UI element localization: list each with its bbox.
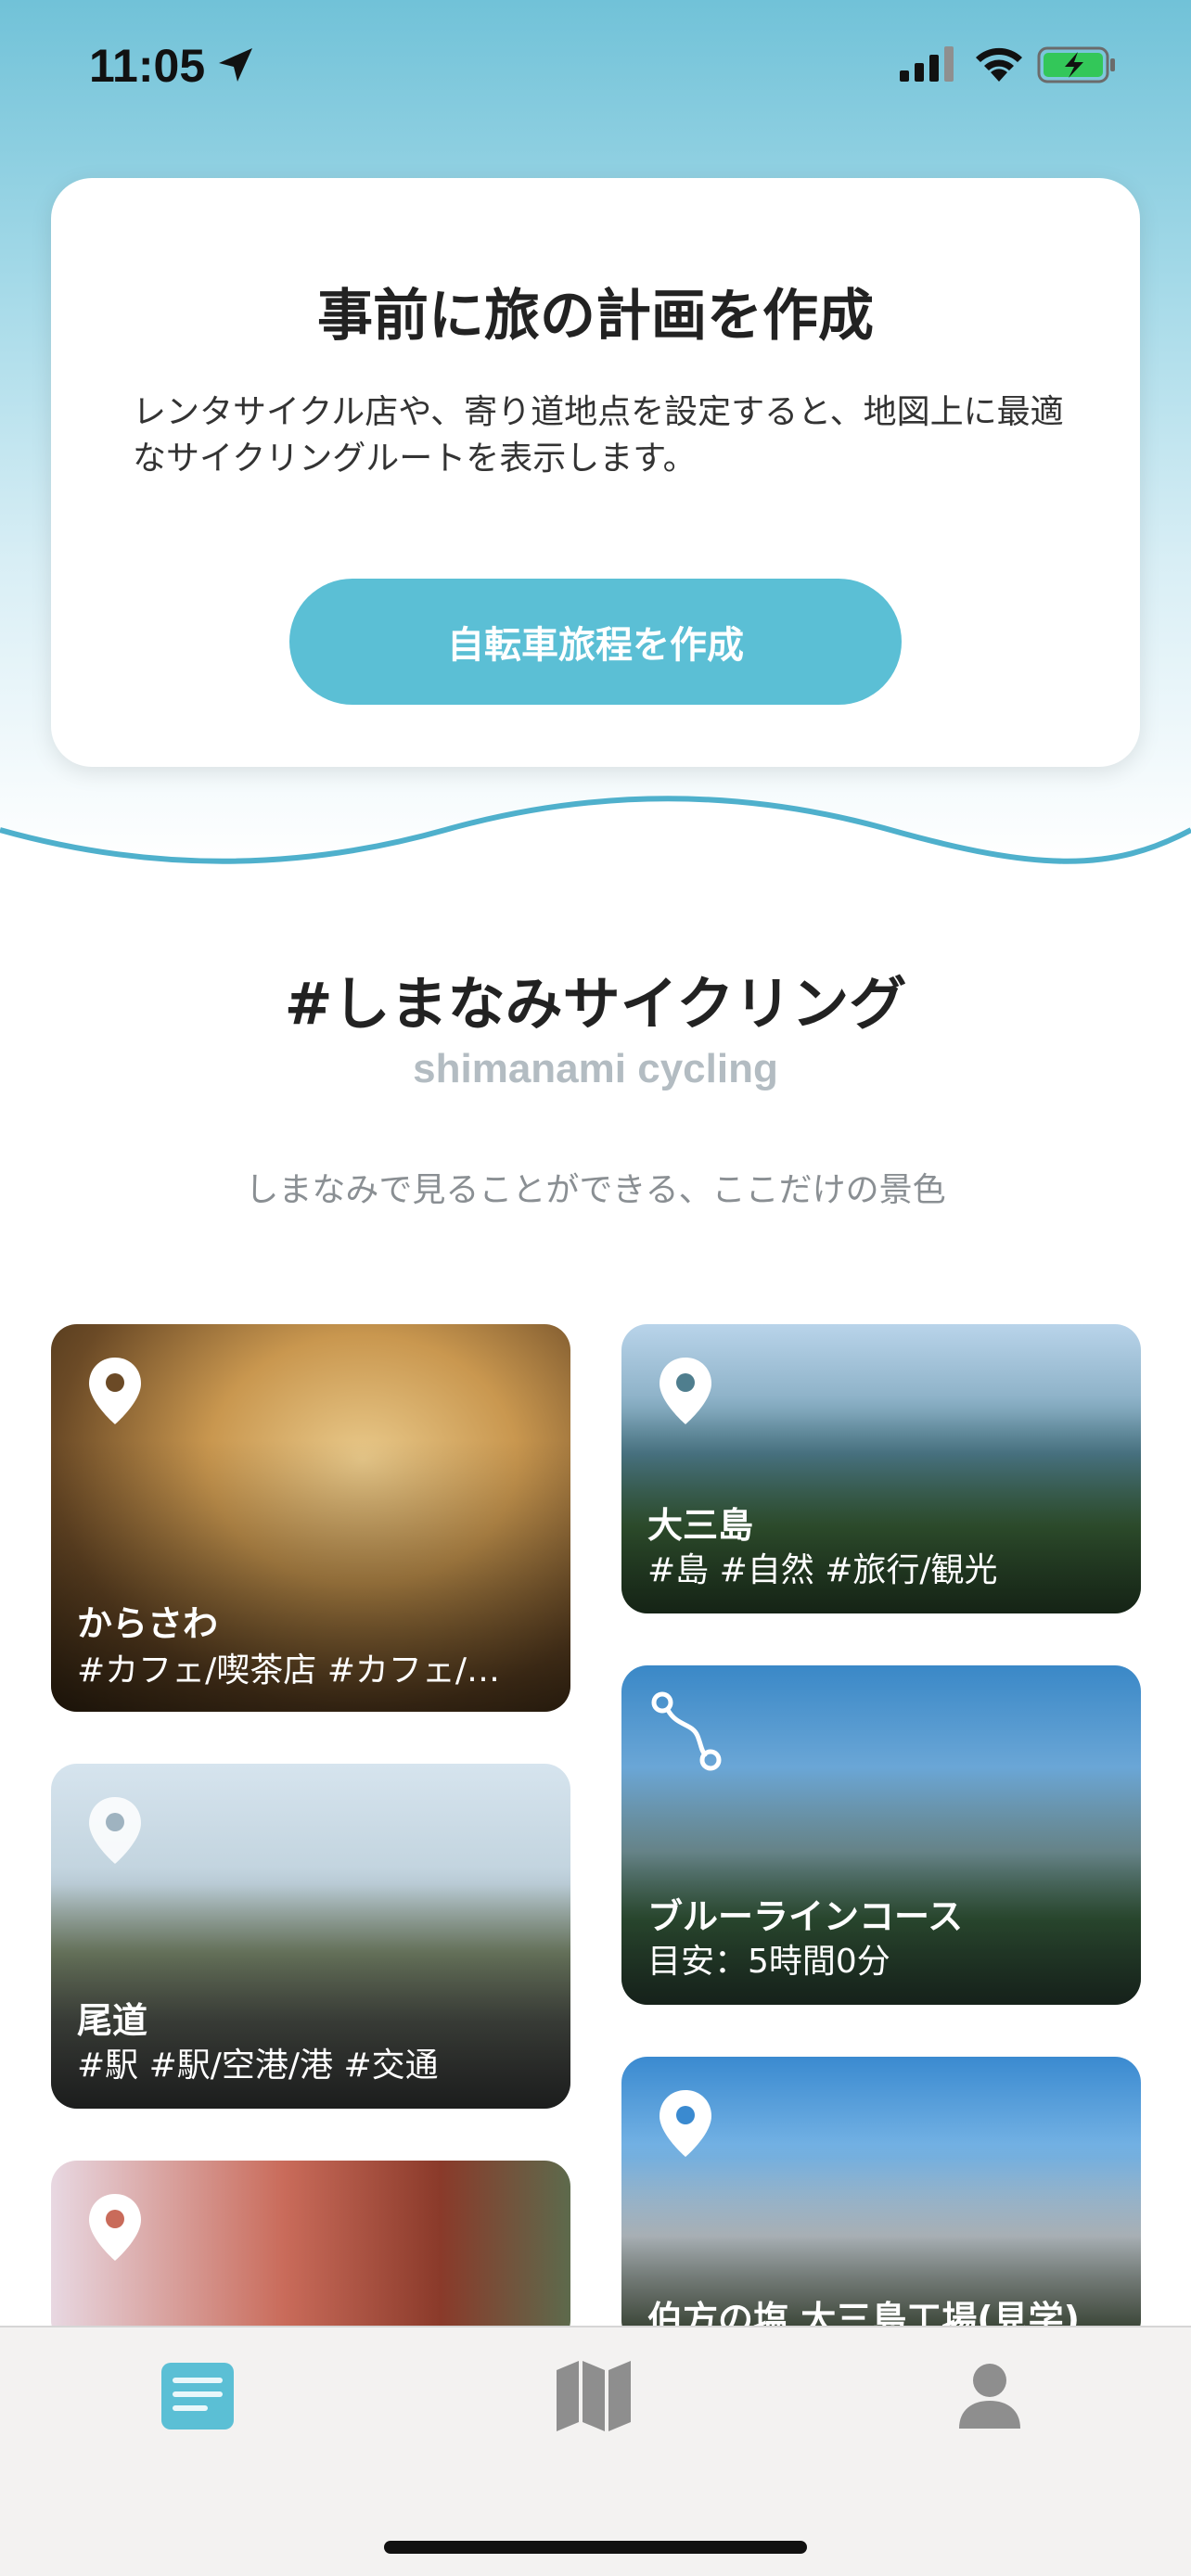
create-bike-itinerary-button[interactable]: 自転車旅程を作成	[289, 579, 902, 705]
section-subtitle: shimanami cycling	[413, 1046, 778, 1091]
plan-card-description: レンタサイクル店や、寄り道地点を設定すると、地図上に最適なサイクリングルートを表…	[133, 393, 1064, 478]
location-pin-icon	[660, 1358, 711, 1424]
tab-profile[interactable]	[943, 2350, 1036, 2442]
tab-map[interactable]	[547, 2350, 640, 2442]
spot-card-karasawa[interactable]: からさわ #カフェ/喫茶店 #カフェ/…	[51, 1324, 570, 1712]
status-time: 11:05	[89, 40, 206, 92]
map-icon	[557, 2361, 631, 2431]
location-pin-icon	[660, 2090, 711, 2157]
spot-card-hakata-salt-factory[interactable]: 伯方の塩 大三島工場(見学)	[621, 2057, 1141, 2346]
location-arrow-icon	[219, 48, 252, 82]
course-card-blueline[interactable]: ブルーラインコース 目安：5時間0分	[621, 1665, 1141, 2005]
route-icon	[651, 1691, 722, 1771]
news-icon	[161, 2363, 234, 2429]
spot-card-shrine[interactable]	[51, 2161, 570, 2346]
battery-charging-icon	[1037, 46, 1115, 83]
spot-card-title: からさわ	[77, 1603, 219, 1644]
tab-bar	[0, 2326, 1191, 2576]
spot-card-omishima[interactable]: 大三島 #島 #自然 #旅行/観光	[621, 1324, 1141, 1613]
location-pin-icon	[89, 1797, 141, 1864]
profile-icon	[959, 2364, 1020, 2429]
plan-card-title: 事前に旅の計画を作成	[317, 284, 874, 349]
home-indicator[interactable]	[384, 2541, 807, 2554]
spot-card-onomichi[interactable]: 尾道 #駅 #駅/空港/港 #交通	[51, 1764, 570, 2109]
trip-plan-card: 事前に旅の計画を作成 レンタサイクル店や、寄り道地点を設定すると、地図上に最適な…	[51, 178, 1140, 767]
spot-card-tags: #駅 #駅/空港/港 #交通	[77, 2047, 439, 2085]
spot-card-tags: #カフェ/喫茶店 #カフェ/…	[77, 1651, 501, 1690]
status-bar: 11:05	[0, 0, 1191, 134]
section-title: #しまなみサイクリング	[284, 970, 907, 1038]
spot-card-title: 大三島	[647, 1505, 754, 1546]
cellular-signal-icon	[900, 46, 954, 82]
course-card-title: ブルーラインコース	[647, 1896, 964, 1937]
spot-card-title: 尾道	[77, 2000, 148, 2041]
course-card-duration: 目安：5時間0分	[647, 1943, 890, 1981]
tab-news[interactable]	[151, 2350, 244, 2442]
spot-card-tags: #島 #自然 #旅行/観光	[647, 1551, 998, 1589]
wifi-icon	[976, 47, 1022, 82]
section-description: しまなみで見ることができる、ここだけの景色	[245, 1171, 946, 1209]
location-pin-icon	[89, 1358, 141, 1424]
location-pin-icon	[89, 2194, 141, 2261]
wave-divider	[0, 796, 1191, 881]
